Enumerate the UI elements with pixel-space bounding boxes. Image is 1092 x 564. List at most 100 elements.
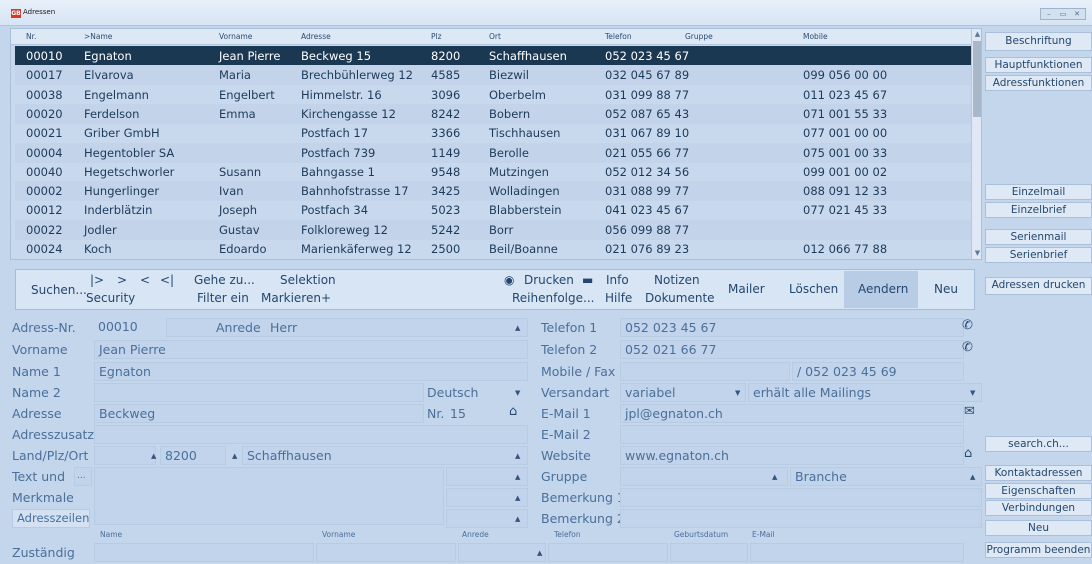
zust-anrede-dropdown-icon[interactable]: ▲ xyxy=(537,549,542,557)
address-grid[interactable]: Nr. >Name Vorname Adresse Plz Ort Telefon Grupp… xyxy=(10,28,982,260)
text-merkmale-field[interactable] xyxy=(94,467,444,525)
side-button-programm-beenden[interactable]: Programm beenden xyxy=(985,542,1092,558)
nav-last-button[interactable]: <| xyxy=(160,273,174,287)
notizen-button[interactable]: Notizen xyxy=(654,273,700,287)
web-home-icon[interactable]: ⌂ xyxy=(964,446,972,461)
filter-ein-button[interactable]: Filter ein xyxy=(197,291,249,305)
gruppe-dropdown-icon[interactable]: ▲ xyxy=(772,473,777,481)
telefon2-field[interactable]: 052 021 66 77 xyxy=(620,340,964,359)
side-button-hauptfunktionen[interactable]: Hauptfunktionen xyxy=(985,57,1092,73)
adresse-field[interactable]: Beckweg xyxy=(94,404,424,423)
maximize-icon[interactable]: ▭ xyxy=(1058,10,1068,19)
side-button-einzelbrief[interactable]: Einzelbrief xyxy=(985,202,1092,218)
side-button-adressfunktionen[interactable]: Adressfunktionen xyxy=(985,75,1092,91)
nav-next-button[interactable]: > xyxy=(117,273,127,287)
zust-name-field[interactable] xyxy=(94,543,314,562)
adresszusatz-field[interactable] xyxy=(94,425,528,444)
side-button-verbindungen[interactable]: Verbindungen xyxy=(985,500,1092,516)
telefon1-field[interactable]: 052 023 45 67 xyxy=(620,318,964,337)
ort-field[interactable]: Schaffhausen xyxy=(242,446,528,465)
mail-icon[interactable]: ✉ xyxy=(964,404,975,419)
column-header[interactable]: Ort xyxy=(489,32,501,41)
table-row[interactable]: 00004 Hegentobler SA Postfach 739 1149 Berol… xyxy=(15,142,971,163)
name2-field[interactable] xyxy=(94,383,424,402)
zust-anrede-field[interactable] xyxy=(458,543,546,562)
side-button-kontaktadressen[interactable]: Kontaktadressen xyxy=(985,465,1092,481)
versandart-dropdown-icon[interactable]: ▼ xyxy=(735,389,740,397)
side-button-einzelmail[interactable]: Einzelmail xyxy=(985,184,1092,200)
ort-dropdown-icon[interactable]: ▲ xyxy=(515,452,520,460)
zust-geburtsdatum-field[interactable] xyxy=(670,543,748,562)
side-button-beschriftung[interactable]: Beschriftung xyxy=(985,32,1092,51)
column-header[interactable]: Plz xyxy=(431,32,442,41)
table-row[interactable]: 00021 Griber GmbH Postfach 17 3366 Tischhaus… xyxy=(15,123,971,143)
branche-dropdown-icon[interactable]: ▲ xyxy=(970,473,975,481)
neu-button[interactable]: Neu xyxy=(934,282,958,296)
anrede-field[interactable]: Herr xyxy=(270,320,297,335)
drucken-button[interactable]: Drucken xyxy=(524,273,574,287)
zust-vorname-field[interactable] xyxy=(316,543,456,562)
scroll-thumb[interactable] xyxy=(973,41,981,117)
merkmal2-dropdown-icon[interactable]: ▲ xyxy=(515,494,520,502)
aendern-button[interactable]: Aendern xyxy=(858,282,908,296)
scroll-down-icon[interactable]: ▼ xyxy=(973,249,981,257)
table-row[interactable]: 00017 Elvarova Maria Brechbühlerweg 12 4585 B… xyxy=(15,65,971,86)
anrede-dropdown-icon[interactable]: ▲ xyxy=(515,324,520,332)
security-button[interactable]: Security xyxy=(86,291,135,305)
vorname-field[interactable]: Jean Pierre xyxy=(94,340,528,359)
versandart-select[interactable]: variabel xyxy=(620,383,746,402)
dokumente-button[interactable]: Dokumente xyxy=(645,291,715,305)
merkmal1-dropdown-icon[interactable]: ▲ xyxy=(515,473,520,481)
sprache-dropdown-icon[interactable]: ▼ xyxy=(515,389,520,397)
mailings-select[interactable]: erhält alle Mailings xyxy=(748,383,982,402)
side-button-eigenschaften[interactable]: Eigenschaften xyxy=(985,483,1092,499)
phone-icon[interactable]: ✆ xyxy=(962,340,973,355)
plz-field[interactable]: 8200 xyxy=(160,446,226,465)
adress-nr-field[interactable]: 00010 xyxy=(94,318,164,337)
side-button-neu[interactable]: Neu xyxy=(985,520,1092,536)
table-row[interactable]: 00012 Inderblätzin Joseph Postfach 34 5023 Bl… xyxy=(15,200,971,220)
bemerkung1-field[interactable] xyxy=(620,488,982,507)
bemerkung2-field[interactable] xyxy=(620,509,982,528)
table-row[interactable]: 00020 Ferdelson Emma Kirchengasse 12 8242 Bob… xyxy=(15,103,971,124)
website-field[interactable]: www.egnaton.ch xyxy=(620,446,964,465)
gehe-zu-button[interactable]: Gehe zu... xyxy=(194,273,255,287)
suchen-button[interactable]: Suchen... xyxy=(31,283,87,297)
column-header[interactable]: Mobile xyxy=(803,32,828,41)
column-header[interactable]: Telefon xyxy=(605,32,632,41)
land-field[interactable] xyxy=(94,446,156,465)
table-row[interactable]: 00002 Hungerlinger Ivan Bahnhofstrasse 17 34… xyxy=(15,181,971,202)
column-header[interactable]: Gruppe xyxy=(685,32,713,41)
reihenfolge-button[interactable]: Reihenfolge... xyxy=(512,291,594,305)
mailings-dropdown-icon[interactable]: ▼ xyxy=(970,389,975,397)
plz-dropdown-icon[interactable]: ▲ xyxy=(232,452,237,460)
table-row[interactable]: 00038 Engelmann Engelbert Himmelstr. 16 3096… xyxy=(15,85,971,105)
gruppe-select[interactable] xyxy=(620,467,788,486)
vertical-scrollbar[interactable]: ▲ ▼ xyxy=(971,29,981,259)
close-icon[interactable]: ✕ xyxy=(1072,10,1082,19)
nav-prev-button[interactable]: < xyxy=(140,273,150,287)
minimize-icon[interactable]: – xyxy=(1044,10,1054,19)
info-button[interactable]: Info xyxy=(606,273,629,287)
merkmal3-dropdown-icon[interactable]: ▲ xyxy=(515,515,520,523)
column-header[interactable]: Nr. xyxy=(26,32,36,41)
home-icon[interactable]: ⌂ xyxy=(509,404,517,419)
markieren-button[interactable]: Markieren+ xyxy=(261,291,331,305)
email2-field[interactable] xyxy=(620,425,964,444)
column-header[interactable]: Adresse xyxy=(301,32,331,41)
name1-field[interactable]: Egnaton xyxy=(94,362,528,381)
side-button-search-ch[interactable]: search.ch... xyxy=(985,436,1092,452)
land-dropdown-icon[interactable]: ▲ xyxy=(151,452,156,460)
email1-field[interactable]: jpl@egnaton.ch xyxy=(620,404,964,423)
mobile-field[interactable] xyxy=(620,362,790,381)
nav-first-button[interactable]: |> xyxy=(90,273,104,287)
table-row[interactable]: 00022 Jodler Gustav Folkloreweg 12 5242 Borr 0… xyxy=(15,219,971,240)
fax-field[interactable]: / 052 023 45 69 xyxy=(792,362,964,381)
nr-field[interactable]: 15 xyxy=(450,406,466,421)
side-button-serienmail[interactable]: Serienmail xyxy=(985,229,1092,245)
mailer-button[interactable]: Mailer xyxy=(728,282,765,296)
phone-icon[interactable]: ✆ xyxy=(962,318,973,333)
loeschen-button[interactable]: Löschen xyxy=(789,282,838,296)
scroll-up-icon[interactable]: ▲ xyxy=(973,30,981,38)
side-button-serienbrief[interactable]: Serienbrief xyxy=(985,247,1092,263)
